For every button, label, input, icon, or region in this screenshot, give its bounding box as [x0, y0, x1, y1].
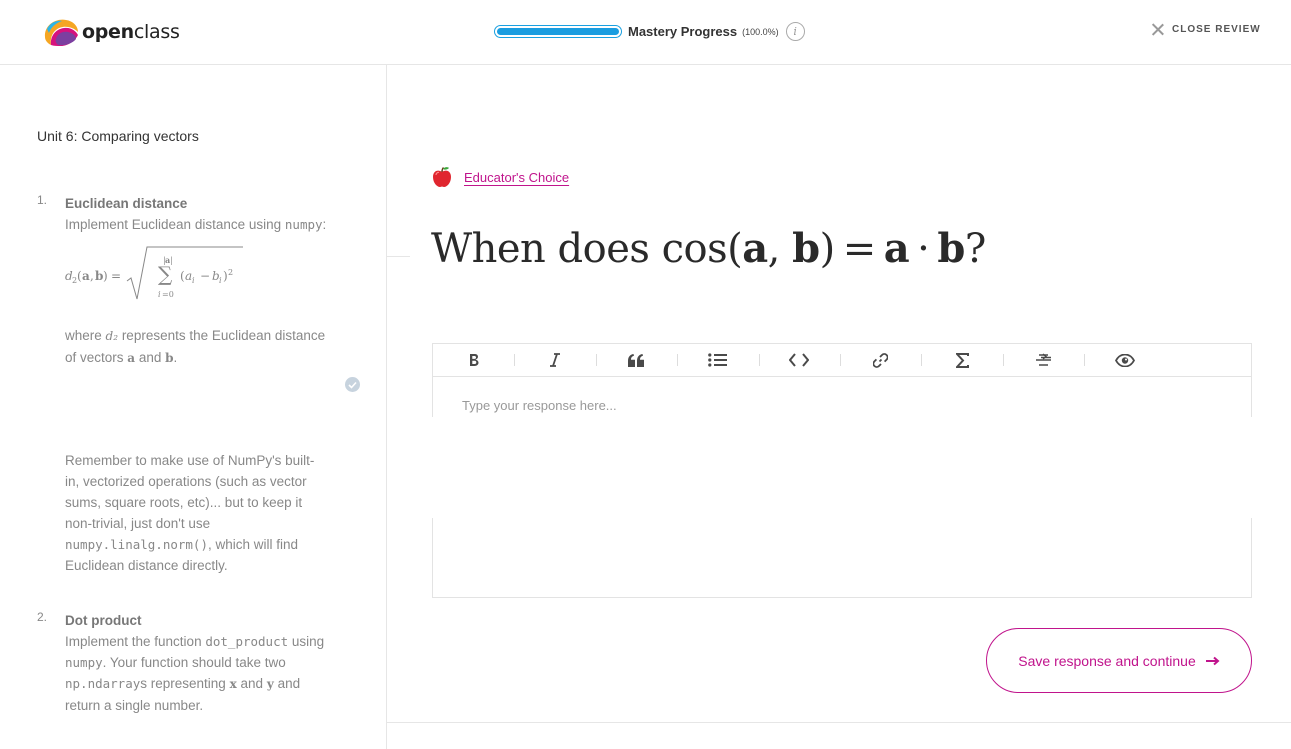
progress-bar — [494, 25, 622, 38]
task-title: Dot product — [65, 613, 142, 628]
close-icon — [1151, 23, 1164, 36]
response-editor: Type your response here... — [432, 343, 1252, 598]
footer-divider — [387, 722, 1291, 723]
task-note: Remember to make use of NumPy's built-in… — [65, 453, 315, 573]
openclass-logo[interactable]: openclass — [42, 15, 180, 49]
response-textarea[interactable]: Type your response here... — [462, 398, 617, 413]
svg-text:(: ( — [180, 269, 185, 283]
svg-text:−: − — [200, 269, 210, 283]
info-icon[interactable]: i — [785, 22, 805, 41]
main-content: Educator's Choice When does cos(a, b) = a ·… — [387, 65, 1291, 749]
task-body: Euclidean distance Implement Euclidean d… — [65, 193, 327, 369]
task-number: 2. — [37, 610, 48, 624]
editor-toolbar — [433, 344, 1251, 377]
svg-text:): ) — [223, 269, 228, 283]
svg-text:a: a — [82, 269, 90, 283]
bold-icon — [469, 354, 479, 366]
svg-text:=: = — [111, 269, 121, 283]
logo-text: openclass — [82, 21, 180, 43]
svg-text:,: , — [90, 269, 94, 283]
task-formula-note: where d₂ represents the Euclidean distan… — [65, 328, 326, 365]
task-complete-check-icon — [345, 377, 360, 392]
svg-text:i: i — [219, 276, 222, 285]
logo-mark-icon — [44, 19, 78, 46]
strikethrough-button[interactable] — [1002, 344, 1084, 376]
mastery-progress: Mastery Progress (100.0%) i — [494, 22, 805, 41]
close-review-label: CLOSE REVIEW — [1172, 24, 1261, 35]
preview-icon — [1114, 353, 1135, 367]
svg-text:i: i — [158, 290, 161, 299]
close-review-button[interactable]: CLOSE REVIEW — [1151, 23, 1261, 36]
progress-percent: (100.0%) — [742, 26, 779, 37]
top-bar: openclass Mastery Progress (100.0%) i CL… — [0, 0, 1291, 65]
progress-label: Mastery Progress — [628, 24, 738, 39]
math-button[interactable] — [921, 344, 1002, 376]
editor-gap — [432, 417, 1252, 518]
save-button-label: Save response and continue — [1018, 652, 1196, 669]
list-icon — [708, 353, 728, 367]
task-body: Dot product Implement the function dot_p… — [65, 610, 327, 716]
link-button[interactable] — [839, 344, 921, 376]
link-icon — [873, 352, 889, 368]
svg-text:): ) — [103, 269, 108, 283]
quote-icon — [628, 353, 645, 367]
svg-text:=0: =0 — [162, 290, 174, 299]
bold-button[interactable] — [433, 344, 514, 376]
quote-button[interactable] — [595, 344, 677, 376]
strikethrough-icon — [1035, 353, 1051, 366]
divider — [387, 256, 410, 257]
svg-text:2: 2 — [228, 268, 233, 277]
task-description: Implement the function dot_product using… — [65, 634, 325, 713]
preview-button[interactable] — [1084, 344, 1165, 376]
task-title: Euclidean distance — [65, 196, 188, 211]
italic-icon — [550, 353, 561, 367]
list-button[interactable] — [677, 344, 758, 376]
task-number: 1. — [37, 193, 48, 207]
apple-icon — [433, 167, 451, 187]
svg-text:∑: ∑ — [158, 262, 173, 286]
code-icon — [789, 353, 810, 367]
unit-title: Unit 6: Comparing vectors — [37, 128, 199, 144]
svg-text:(: ( — [77, 269, 82, 283]
italic-button[interactable] — [514, 344, 595, 376]
task-item-2: 2. Dot product Implement the function do… — [37, 610, 337, 740]
euclidean-formula: d 2 ( a , b ) = | a | ∑ i =0 ( a i − b i… — [65, 246, 243, 300]
save-and-continue-button[interactable]: Save response and continue — [986, 628, 1252, 693]
arrow-right-icon — [1205, 656, 1220, 665]
sigma-icon — [955, 352, 969, 368]
svg-text:i: i — [192, 276, 195, 285]
task-description: Implement Euclidean distance using numpy… — [65, 217, 327, 232]
unit-sidebar: Unit 6: Comparing vectors 1. Euclidean d… — [0, 65, 387, 749]
question-title: When does cos(a, b) = a · b? — [431, 225, 986, 272]
progress-bar-fill — [497, 28, 619, 35]
code-button[interactable] — [758, 344, 840, 376]
educators-choice-badge: Educator's Choice — [432, 166, 569, 188]
educators-choice-link[interactable]: Educator's Choice — [464, 170, 569, 185]
task-item-1: 1. Euclidean distance Implement Euclidea… — [37, 193, 337, 393]
